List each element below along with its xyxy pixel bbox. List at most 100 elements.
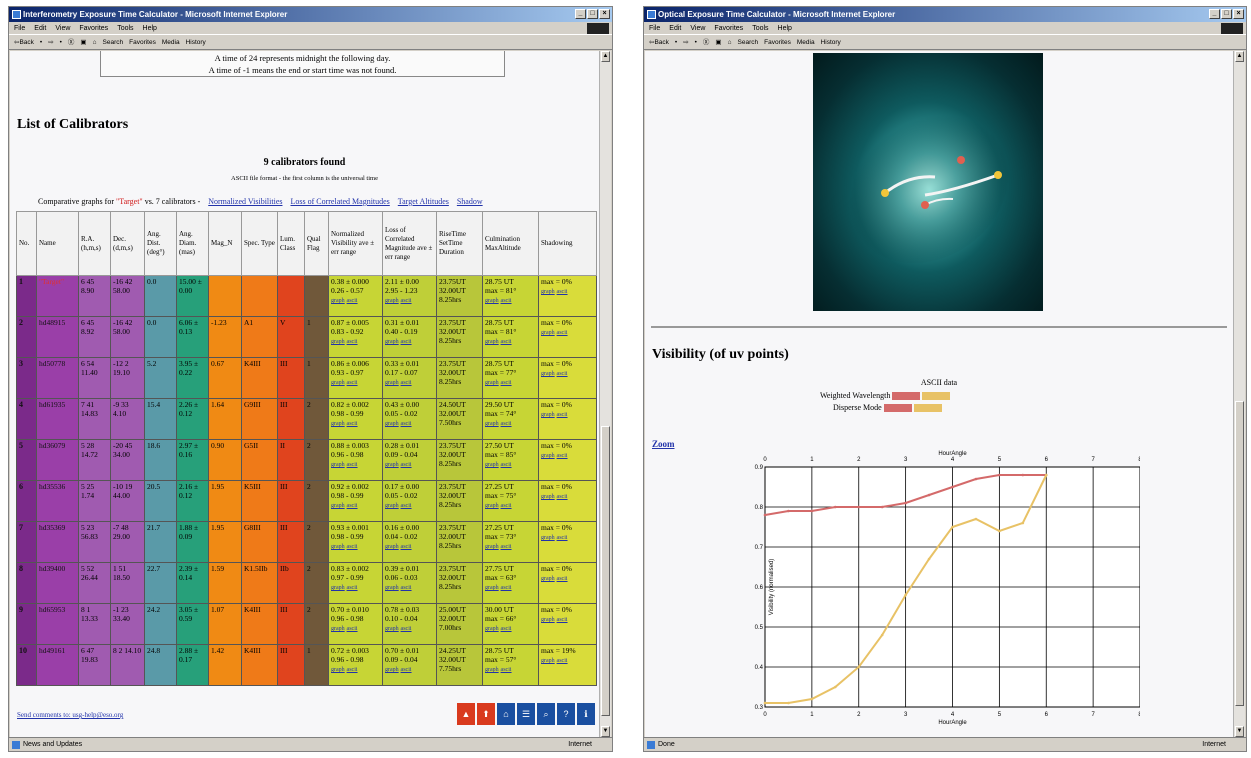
ascii-link[interactable]: ascii <box>401 421 412 427</box>
ascii-link[interactable]: ascii <box>557 658 568 664</box>
ascii-link[interactable]: ascii <box>347 544 358 550</box>
scroll-down-arrow-icon[interactable]: ▼ <box>1235 726 1244 737</box>
graph-link[interactable]: graph <box>385 667 399 673</box>
ascii-link[interactable]: ascii <box>557 412 568 418</box>
refresh-button[interactable]: ▣ <box>80 35 86 49</box>
graph-link[interactable]: graph <box>541 658 555 664</box>
ascii-link[interactable]: ascii <box>501 421 512 427</box>
graph-link[interactable]: graph <box>331 585 345 591</box>
graph-link[interactable]: graph <box>541 453 555 459</box>
menu-edit[interactable]: Edit <box>34 22 46 34</box>
forward-dropdown[interactable]: • <box>60 35 62 49</box>
menu-favorites[interactable]: Favorites <box>714 22 743 34</box>
ascii-link[interactable]: ascii <box>347 503 358 509</box>
graph-link[interactable]: graph <box>385 585 399 591</box>
media-button[interactable]: Media <box>162 35 180 49</box>
ascii-link[interactable]: ascii <box>347 298 358 304</box>
ascii-link[interactable]: ascii <box>347 462 358 468</box>
graph-link[interactable]: graph <box>331 339 345 345</box>
graph-link[interactable]: graph <box>485 585 499 591</box>
graph-link[interactable]: graph <box>385 503 399 509</box>
graph-link[interactable]: graph <box>331 544 345 550</box>
ascii-link[interactable]: ascii <box>347 626 358 632</box>
graph-link[interactable]: graph <box>385 544 399 550</box>
ascii-link[interactable]: ascii <box>501 298 512 304</box>
ascii-link[interactable]: ascii <box>557 617 568 623</box>
ascii-link[interactable]: ascii <box>501 626 512 632</box>
graph-link[interactable]: graph <box>485 298 499 304</box>
menu-view[interactable]: View <box>690 22 705 34</box>
ascii-link[interactable]: ascii <box>557 289 568 295</box>
stop-button[interactable]: Ⓧ <box>68 35 75 49</box>
graph-link[interactable]: graph <box>541 412 555 418</box>
minimize-button[interactable]: _ <box>1209 9 1220 19</box>
graph-link[interactable]: graph <box>485 421 499 427</box>
scroll-down-arrow-icon[interactable]: ▼ <box>601 726 610 737</box>
ascii-link[interactable]: ascii <box>401 503 412 509</box>
menu-help[interactable]: Help <box>143 22 157 34</box>
scroll-up-arrow-icon[interactable]: ▲ <box>601 51 610 62</box>
ascii-link[interactable]: ascii <box>501 585 512 591</box>
link-loss-correlated[interactable]: Loss of Correlated Magnitudes <box>290 197 389 206</box>
graph-link[interactable]: graph <box>541 289 555 295</box>
link-normalized-visibilities[interactable]: Normalized Visibilities <box>208 197 282 206</box>
link-target-altitudes[interactable]: Target Altitudes <box>398 197 449 206</box>
help-icon[interactable]: ? <box>557 703 575 725</box>
graph-link[interactable]: graph <box>331 626 345 632</box>
scroll-thumb[interactable] <box>601 426 610 716</box>
ascii-link[interactable]: ascii <box>401 380 412 386</box>
send-comments-link[interactable]: Send comments to: usg-help@eso.org <box>17 711 123 719</box>
ascii-link[interactable]: ascii <box>347 667 358 673</box>
back-button[interactable]: ⇦Back <box>14 35 34 49</box>
search-icon[interactable]: ⌕ <box>537 703 555 725</box>
graph-link[interactable]: graph <box>385 298 399 304</box>
ascii-link[interactable]: ascii <box>501 544 512 550</box>
graph-link[interactable]: graph <box>331 667 345 673</box>
maximize-button[interactable]: □ <box>587 9 598 19</box>
ascii-link[interactable]: ascii <box>557 535 568 541</box>
ascii-link[interactable]: ascii <box>401 339 412 345</box>
graph-link[interactable]: graph <box>331 421 345 427</box>
ascii-link[interactable]: ascii <box>501 339 512 345</box>
graph-link[interactable]: graph <box>485 462 499 468</box>
index-icon[interactable]: ☰ <box>517 703 535 725</box>
ascii-link[interactable]: ascii <box>401 544 412 550</box>
media-button[interactable]: Media <box>797 35 815 49</box>
menu-view[interactable]: View <box>55 22 70 34</box>
ascii-link[interactable]: ascii <box>501 462 512 468</box>
ascii-link[interactable]: ascii <box>401 462 412 468</box>
graph-link[interactable]: graph <box>485 380 499 386</box>
graph-link[interactable]: graph <box>385 626 399 632</box>
graph-link[interactable]: graph <box>385 421 399 427</box>
back-dropdown[interactable]: • <box>40 35 42 49</box>
window2-titlebar[interactable]: Optical Exposure Time Calculator - Micro… <box>644 7 1246 22</box>
eso-logo-icon[interactable]: ▲ <box>457 703 475 725</box>
ascii-link[interactable]: ascii <box>557 494 568 500</box>
menu-tools[interactable]: Tools <box>752 22 768 34</box>
graph-link[interactable]: graph <box>541 617 555 623</box>
stop-button[interactable]: Ⓧ <box>703 35 710 49</box>
ascii-link[interactable]: ascii <box>401 667 412 673</box>
graph-link[interactable]: graph <box>331 380 345 386</box>
up-arrow-icon[interactable]: ⬆ <box>477 703 495 725</box>
graph-link[interactable]: graph <box>385 462 399 468</box>
menu-help[interactable]: Help <box>778 22 792 34</box>
graph-link[interactable]: graph <box>485 503 499 509</box>
search-button[interactable]: Search <box>738 35 759 49</box>
ascii-link[interactable]: ascii <box>557 576 568 582</box>
menu-edit[interactable]: Edit <box>669 22 681 34</box>
menu-file[interactable]: File <box>14 22 25 34</box>
history-button[interactable]: History <box>186 35 206 49</box>
forward-button[interactable]: ⇨ <box>683 35 688 49</box>
link-shadow[interactable]: Shadow <box>457 197 483 206</box>
ascii-link[interactable]: ascii <box>347 585 358 591</box>
graph-link[interactable]: graph <box>541 371 555 377</box>
graph-link[interactable]: graph <box>541 535 555 541</box>
graph-link[interactable]: graph <box>331 298 345 304</box>
info-icon[interactable]: ℹ <box>577 703 595 725</box>
back-button[interactable]: ⇦Back <box>649 35 669 49</box>
graph-link[interactable]: graph <box>485 339 499 345</box>
graph-link[interactable]: graph <box>541 494 555 500</box>
history-button[interactable]: History <box>821 35 841 49</box>
window1-scrollbar[interactable]: ▲ ▼ <box>599 51 611 737</box>
